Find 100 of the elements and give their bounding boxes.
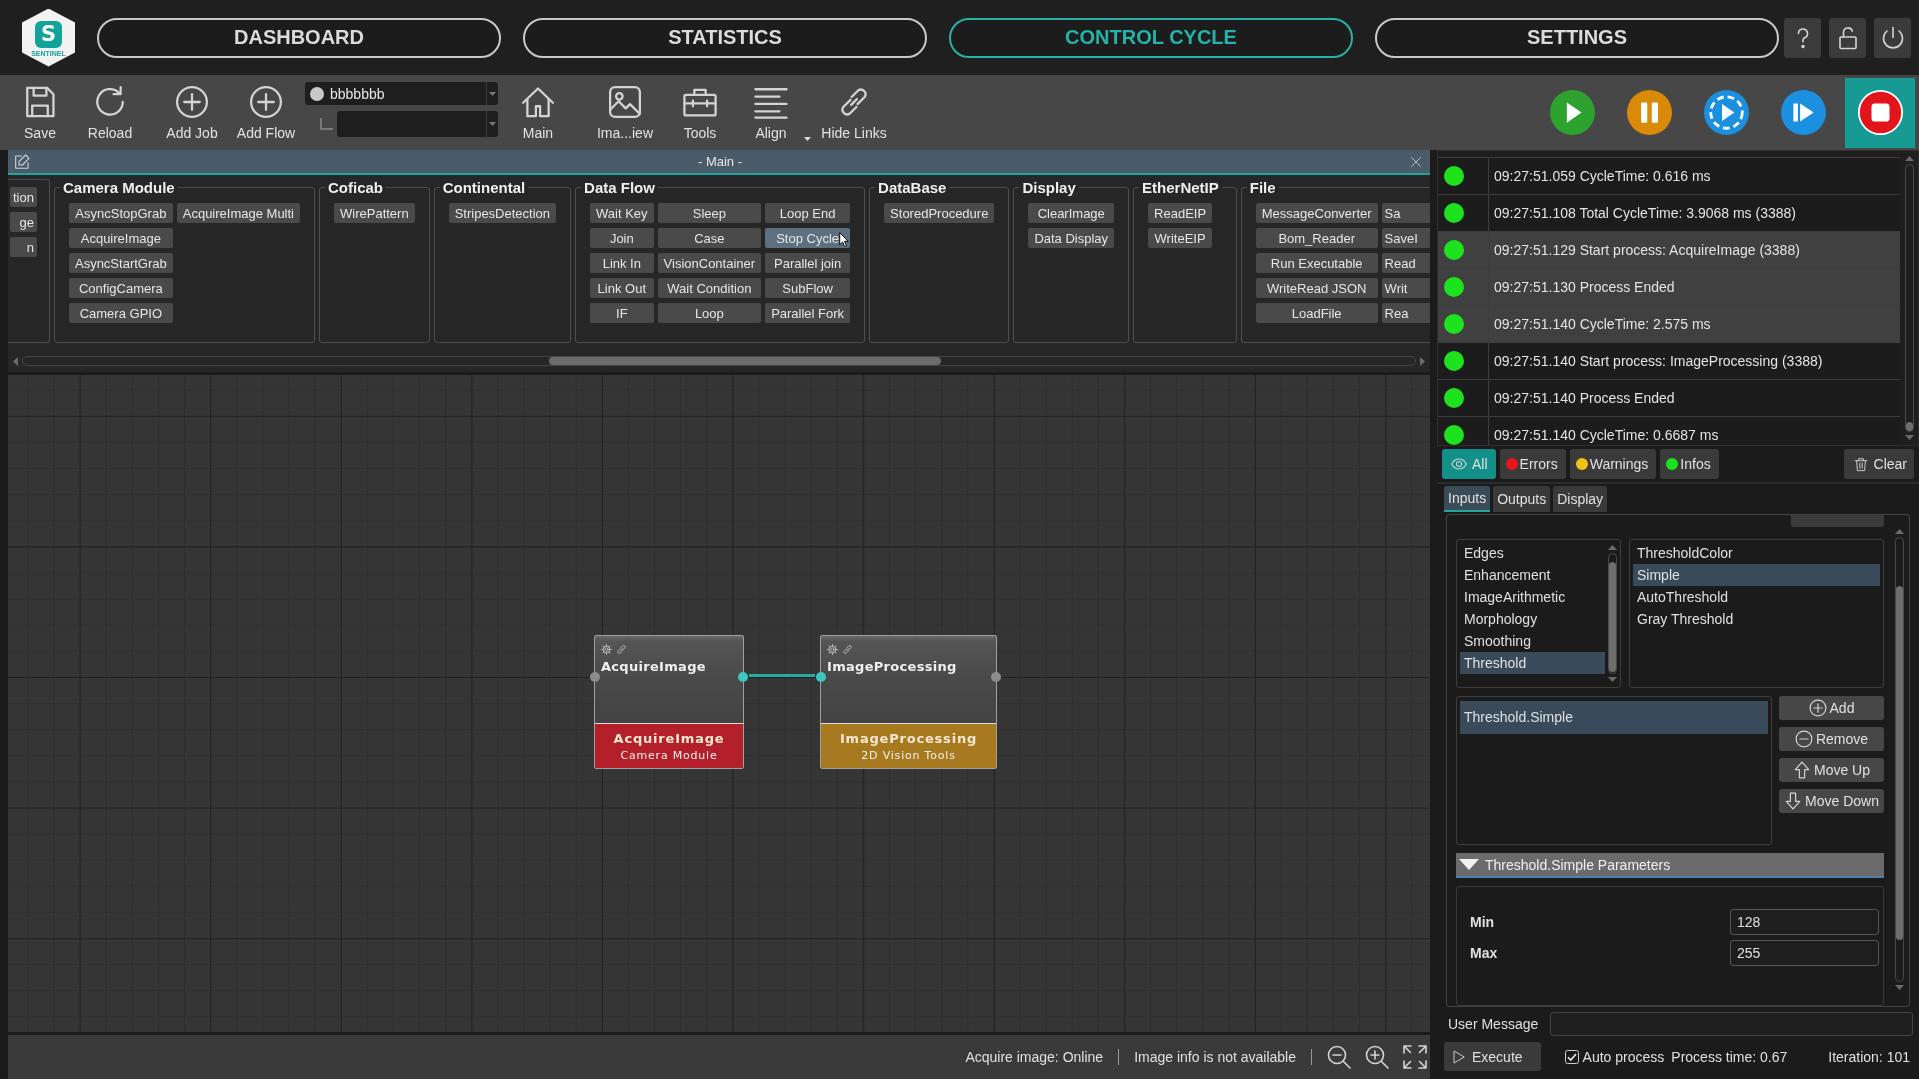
- category-item[interactable]: Edges: [1460, 542, 1605, 564]
- add-button[interactable]: Add Job: [166, 85, 218, 141]
- log-row[interactable]: 09:27:51.108 Total CycleTime: 3.9068 ms (3388): [1438, 194, 1900, 231]
- palette-item[interactable]: Camera GPIO: [68, 303, 173, 323]
- palette-item[interactable]: VisionContainer: [657, 253, 762, 273]
- operation-item[interactable]: Simple: [1633, 564, 1880, 586]
- nav-tab[interactable]: SETTINGS: [1375, 17, 1779, 58]
- input-port-icon[interactable]: [816, 672, 826, 682]
- palette-item[interactable]: Join: [590, 228, 654, 248]
- scrollbar-thumb[interactable]: [1895, 586, 1903, 940]
- palette-item[interactable]: Wait Key: [590, 203, 654, 223]
- palette-item[interactable]: Stop Cycle: [765, 228, 851, 248]
- palette-item[interactable]: Sleep: [657, 203, 762, 223]
- fit-view-button[interactable]: [1403, 1045, 1427, 1069]
- palette-item[interactable]: Case: [657, 228, 762, 248]
- palette-item[interactable]: StoredProcedure: [884, 203, 995, 223]
- palette-item[interactable]: LoadFile: [1255, 303, 1378, 323]
- home-button[interactable]: Main: [521, 85, 555, 141]
- log-row[interactable]: 09:27:51.140 CycleTime: 0.6687 ms: [1438, 416, 1900, 445]
- filter-button[interactable]: Infos: [1660, 449, 1719, 479]
- lock-button[interactable]: [1829, 17, 1866, 58]
- help-button[interactable]: [1784, 17, 1821, 58]
- scroll-up-icon[interactable]: [1894, 529, 1904, 534]
- zoom-in-button[interactable]: [1365, 1045, 1389, 1069]
- nav-tab[interactable]: DASHBOARD: [97, 17, 501, 58]
- output-port-icon[interactable]: [991, 672, 1001, 682]
- pause-button[interactable]: [1627, 90, 1672, 135]
- scroll-down-icon[interactable]: [1608, 677, 1617, 682]
- category-item[interactable]: ImageArithmetic: [1460, 586, 1605, 608]
- operation-item[interactable]: AutoThreshold: [1633, 586, 1880, 608]
- palette-item[interactable]: tion: [10, 187, 37, 207]
- palette-item[interactable]: AsyncStartGrab: [68, 253, 173, 273]
- palette-item[interactable]: WriteEIP: [1148, 228, 1213, 248]
- scroll-left-icon[interactable]: [13, 356, 18, 366]
- link-icon[interactable]: [842, 644, 853, 655]
- palette-item[interactable]: Parallel Fork: [765, 303, 851, 323]
- scrollbar-thumb[interactable]: [549, 357, 941, 365]
- palette-item[interactable]: StripesDetection: [448, 203, 557, 223]
- move-up-button[interactable]: Move Up: [1779, 758, 1884, 782]
- category-item[interactable]: Enhancement: [1460, 564, 1605, 586]
- align-button[interactable]: Align: [754, 85, 788, 141]
- power-button[interactable]: [1874, 17, 1911, 58]
- palette-item[interactable]: ge: [10, 212, 37, 232]
- move-down-button[interactable]: Move Down: [1779, 789, 1884, 813]
- palette-item[interactable]: AcquireImage Multi: [176, 203, 300, 223]
- parameter-field[interactable]: 255: [1730, 940, 1879, 966]
- add-button[interactable]: Add: [1779, 696, 1884, 720]
- step-button[interactable]: [1781, 90, 1826, 135]
- log-row[interactable]: 09:27:51.130 Process Ended: [1438, 268, 1900, 305]
- panel-tab[interactable]: Inputs: [1444, 486, 1491, 512]
- palette-item[interactable]: MessageConverter: [1255, 203, 1378, 223]
- run-cycle-button[interactable]: [1704, 90, 1749, 135]
- panel-tab[interactable]: Outputs: [1493, 486, 1551, 512]
- scroll-up-icon[interactable]: [1904, 156, 1914, 161]
- reload-button[interactable]: Reload: [87, 85, 133, 141]
- filter-button[interactable]: Warnings: [1569, 449, 1657, 479]
- palette-item[interactable]: WirePattern: [334, 203, 415, 223]
- log-row[interactable]: 09:27:51.140 Process Ended: [1438, 379, 1900, 416]
- log-row[interactable]: 09:27:51.140 CycleTime: 2.575 ms: [1438, 305, 1900, 342]
- nav-tab[interactable]: CONTROL CYCLE: [949, 17, 1353, 58]
- operation-item[interactable]: ThresholdColor: [1633, 542, 1880, 564]
- category-item[interactable]: Smoothing: [1460, 630, 1605, 652]
- close-button[interactable]: [1410, 155, 1422, 168]
- log-row[interactable]: 09:27:51.140 Start process: ImageProcessing (3388): [1438, 342, 1900, 379]
- log-row[interactable]: 09:27:51.059 CycleTime: 0.616 ms: [1438, 157, 1900, 194]
- gear-icon[interactable]: [601, 644, 612, 655]
- palette-item[interactable]: Parallel join: [765, 253, 851, 273]
- hide-links-button[interactable]: Hide Links: [821, 85, 887, 141]
- palette-item[interactable]: Sa: [1381, 203, 1430, 223]
- palette-item[interactable]: Wait Condition: [657, 278, 762, 298]
- palette-item[interactable]: Bom_Reader: [1255, 228, 1378, 248]
- panel-tab[interactable]: Display: [1553, 486, 1608, 512]
- link-icon[interactable]: [616, 644, 627, 655]
- palette-item[interactable]: SubFlow: [765, 278, 851, 298]
- nav-tab[interactable]: STATISTICS: [523, 17, 927, 58]
- palette-item[interactable]: SaveI: [1381, 228, 1430, 248]
- clear-button[interactable]: Clear: [1843, 449, 1914, 479]
- output-port-icon[interactable]: [738, 672, 748, 682]
- step-item[interactable]: Threshold.Simple: [1460, 701, 1768, 734]
- palette-item[interactable]: IF: [590, 303, 654, 323]
- palette-item[interactable]: Writ: [1381, 278, 1430, 298]
- scroll-down-icon[interactable]: [1904, 435, 1914, 440]
- palette-item[interactable]: Rea: [1381, 303, 1430, 323]
- scrollbar-thumb[interactable]: [1609, 562, 1616, 672]
- palette-item[interactable]: AsyncStopGrab: [68, 203, 173, 223]
- palette-item[interactable]: Loop: [657, 303, 762, 323]
- gear-icon[interactable]: [827, 644, 838, 655]
- palette-item[interactable]: n: [10, 237, 37, 257]
- edit-icon[interactable]: [14, 153, 30, 170]
- checkbox-icon[interactable]: [1564, 1049, 1579, 1064]
- log-row[interactable]: 09:27:51.129 Start process: AcquireImage (3388): [1438, 231, 1900, 268]
- execute-button[interactable]: Execute: [1444, 1042, 1541, 1071]
- category-item[interactable]: Morphology: [1460, 608, 1605, 630]
- dropdown-caret-icon[interactable]: [804, 137, 811, 141]
- filter-button[interactable]: Errors: [1499, 449, 1566, 479]
- palette-item[interactable]: Run Executable: [1255, 253, 1378, 273]
- palette-item[interactable]: WriteRead JSON: [1255, 278, 1378, 298]
- palette-item[interactable]: Link Out: [590, 278, 654, 298]
- palette-item[interactable]: ReadEIP: [1148, 203, 1213, 223]
- job-select[interactable]: bbbbbbb: [305, 82, 498, 105]
